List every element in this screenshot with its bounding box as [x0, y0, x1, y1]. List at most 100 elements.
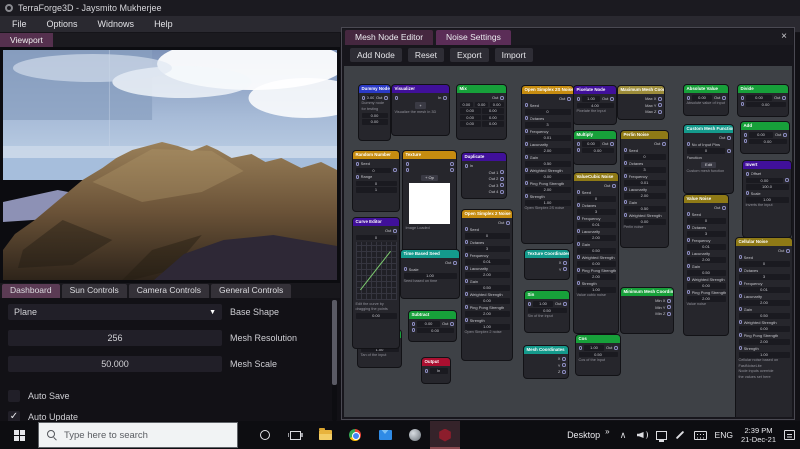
- node-perlin-noise[interactable]: Perlin Noise Out Seed 0 Octaves 3 Frequency 0.0…: [621, 131, 668, 247]
- port[interactable]: [578, 345, 583, 350]
- port[interactable]: [745, 171, 750, 176]
- node-header-mix[interactable]: Mix: [457, 85, 506, 93]
- cortana-button[interactable]: [250, 421, 280, 449]
- node-canvas[interactable]: Dummy Node 0.00 Out Dummy node for testing 0.…: [344, 66, 792, 417]
- value-field[interactable]: 1.00: [738, 352, 790, 358]
- value-field[interactable]: 2.00: [738, 300, 790, 306]
- steam-button[interactable]: [400, 421, 430, 449]
- port[interactable]: [505, 220, 510, 225]
- port[interactable]: [576, 190, 581, 195]
- value-field[interactable]: 0.00: [482, 108, 504, 114]
- port[interactable]: [576, 268, 581, 273]
- value-field[interactable]: 2.00: [686, 296, 726, 302]
- value-field[interactable]: 0.00: [474, 101, 489, 107]
- node-header-invert[interactable]: Invert: [743, 161, 791, 169]
- value-field[interactable]: 0: [464, 233, 510, 239]
- value-field[interactable]: 0.00: [745, 177, 784, 183]
- node-header-divide[interactable]: Divide: [738, 85, 788, 93]
- port[interactable]: [524, 155, 529, 160]
- port[interactable]: [613, 345, 618, 350]
- port[interactable]: [562, 267, 567, 272]
- value-field[interactable]: 2.00: [576, 235, 616, 241]
- node-curve-editor[interactable]: Curve Editor Out 0 Edit the curve by draggin…: [353, 218, 399, 348]
- start-button[interactable]: [0, 421, 38, 449]
- node-header-open-simplex-2-noise[interactable]: Open Simplex 2 Noise: [462, 210, 512, 218]
- port[interactable]: [561, 369, 566, 374]
- port[interactable]: [561, 356, 566, 361]
- node-header-open-simplex-2s-noise[interactable]: Open Simplex 2S Noise: [522, 86, 573, 94]
- port[interactable]: [743, 139, 748, 144]
- value-field[interactable]: 0.01: [738, 287, 790, 293]
- port[interactable]: [464, 253, 469, 258]
- port[interactable]: [394, 95, 399, 100]
- port[interactable]: [738, 346, 743, 351]
- port[interactable]: [524, 116, 529, 121]
- port[interactable]: [355, 161, 360, 166]
- value-field[interactable]: 0.50: [623, 206, 666, 212]
- port[interactable]: [738, 320, 743, 325]
- port[interactable]: [576, 96, 581, 101]
- add-node-button[interactable]: Add Node: [350, 48, 402, 62]
- value-field[interactable]: 3: [686, 231, 726, 237]
- port[interactable]: [524, 194, 529, 199]
- value-field[interactable]: 2.00: [623, 193, 666, 199]
- node-cellular-noise[interactable]: Cellular Noise Out Seed 0 Octaves 3 Frequency 0…: [736, 238, 792, 417]
- value-field[interactable]: 0.50: [464, 285, 510, 291]
- value-field[interactable]: 0.00: [464, 298, 510, 304]
- port[interactable]: [562, 301, 567, 306]
- node-header-maximum-mesh-coordinates[interactable]: Maximum Mesh Coordinates: [618, 86, 664, 94]
- node-subtract[interactable]: Subtract 0.00 Out 0.00: [409, 311, 456, 341]
- value-field[interactable]: 1.00: [745, 197, 789, 203]
- node-header-visualizer[interactable]: Visualizer: [392, 85, 449, 93]
- port[interactable]: [499, 176, 504, 181]
- value-field[interactable]: 0.00: [482, 121, 504, 127]
- port[interactable]: [442, 95, 447, 100]
- reset-button[interactable]: Reset: [407, 48, 445, 62]
- auto-save-checkbox[interactable]: [8, 390, 20, 402]
- node-dummy-node[interactable]: Dummy Node 0.00 Out Dummy node for testing 0.…: [359, 85, 390, 140]
- node-absolute-value[interactable]: Absolute Value 0.00 Out Absolute value of i…: [684, 85, 728, 115]
- viewport-3d-render[interactable]: [0, 47, 340, 283]
- value-field[interactable]: 2.00: [576, 274, 616, 280]
- port[interactable]: [740, 95, 745, 100]
- port[interactable]: [524, 142, 529, 147]
- node-header-subtract[interactable]: Subtract: [409, 311, 456, 319]
- value-field[interactable]: 0.00: [576, 261, 616, 267]
- node-header-value-noise[interactable]: Value Noise: [684, 195, 728, 203]
- port[interactable]: [464, 240, 469, 245]
- node-header-absolute-value[interactable]: Absolute Value: [684, 85, 728, 93]
- network-icon[interactable]: [655, 430, 667, 442]
- value-field[interactable]: 0.00: [581, 141, 601, 147]
- node-open-simplex-2-noise[interactable]: Open Simplex 2 Noise Out Seed 0 Octaves 3 Freq…: [462, 210, 512, 360]
- port[interactable]: [576, 281, 581, 286]
- port[interactable]: [576, 216, 581, 221]
- port[interactable]: [686, 95, 691, 100]
- base-shape-select[interactable]: Plane ▼: [8, 304, 222, 320]
- value-field[interactable]: 3: [623, 167, 666, 173]
- node-mix[interactable]: Mix Out 0.00 0.00 0.00 0.00 0.00 0.00 0.00 0.00 0.…: [457, 85, 506, 139]
- texture-preview[interactable]: [408, 183, 451, 225]
- node-output[interactable]: Output In: [422, 358, 450, 383]
- node-random-number[interactable]: Random Number Seed 0 Range 0 1: [353, 151, 399, 211]
- port[interactable]: [405, 168, 410, 173]
- port[interactable]: [785, 248, 790, 253]
- port[interactable]: [562, 260, 567, 265]
- value-field[interactable]: 1.00: [464, 324, 510, 330]
- curve-plot[interactable]: [355, 241, 397, 300]
- port[interactable]: [383, 95, 388, 100]
- terraforge3d-button[interactable]: [430, 421, 460, 449]
- value-field[interactable]: 0.00: [366, 95, 375, 101]
- port[interactable]: [609, 96, 614, 101]
- value-field[interactable]: 1.00: [403, 273, 457, 279]
- port[interactable]: [499, 95, 504, 100]
- node-texture[interactable]: Texture + Op Image Loaded: [403, 151, 456, 266]
- value-field[interactable]: 4.00: [576, 102, 614, 108]
- value-field[interactable]: 0.00: [482, 114, 504, 120]
- value-field[interactable]: 0: [576, 196, 616, 202]
- node-button[interactable]: Edit: [701, 161, 716, 169]
- port[interactable]: [738, 294, 743, 299]
- port[interactable]: [738, 281, 743, 286]
- port[interactable]: [449, 161, 454, 166]
- value-field[interactable]: 2.00: [686, 257, 726, 263]
- port[interactable]: [464, 163, 469, 168]
